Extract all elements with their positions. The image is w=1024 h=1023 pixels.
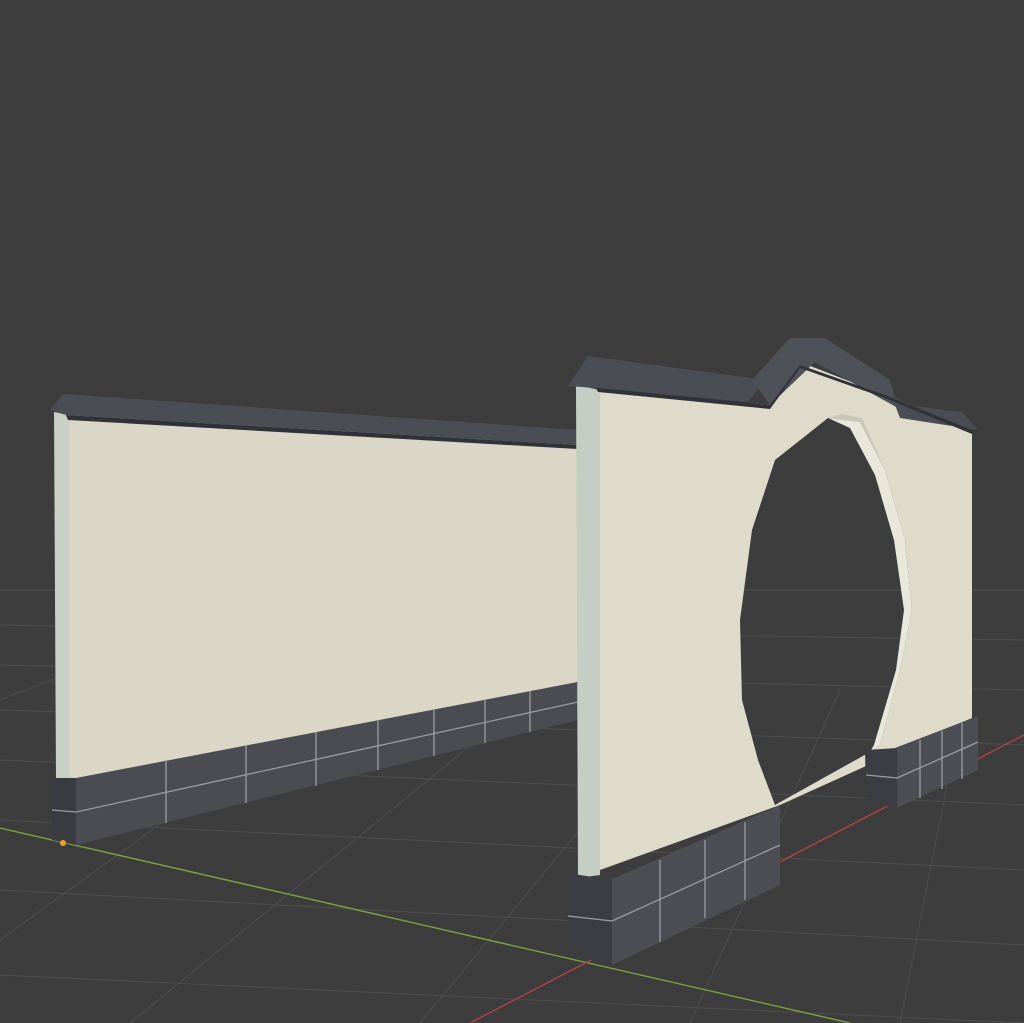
left-wall-edge: [54, 412, 70, 780]
world-origin-marker[interactable]: [60, 840, 66, 846]
left-wall[interactable]: [50, 394, 579, 845]
gate-wall[interactable]: [567, 338, 979, 965]
gate-pillar-edge: [576, 385, 600, 878]
viewport-scene[interactable]: [0, 0, 1024, 1023]
3d-viewport[interactable]: [0, 0, 1024, 1023]
